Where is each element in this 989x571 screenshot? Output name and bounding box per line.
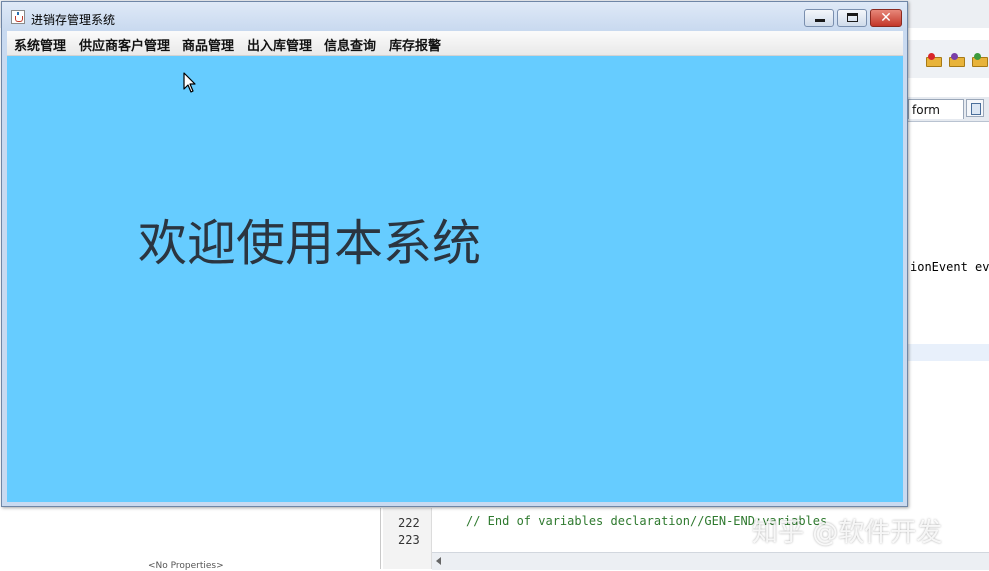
editor-tab-label: form — [912, 103, 940, 117]
menu-system-management[interactable]: 系统管理 — [14, 35, 66, 54]
document-icon[interactable] — [966, 99, 984, 117]
menu-stock-alert[interactable]: 库存报警 — [389, 35, 441, 54]
ide-toolbar — [908, 40, 989, 78]
editor-tab-form[interactable]: form — [908, 99, 964, 119]
minimize-icon — [815, 19, 825, 22]
properties-panel — [0, 508, 381, 569]
menu-information-query[interactable]: 信息查询 — [324, 35, 376, 54]
maximize-button[interactable] — [837, 9, 867, 27]
scroll-left-icon[interactable] — [436, 557, 441, 565]
menu-bar: 系统管理 供应商客户管理 商品管理 出入库管理 信息查询 库存报警 — [7, 31, 903, 56]
menu-supplier-customer-management[interactable]: 供应商客户管理 — [79, 35, 170, 54]
current-line-highlight — [908, 344, 989, 361]
close-icon: ✕ — [880, 10, 892, 26]
line-number: 222 — [398, 516, 420, 530]
menu-product-management[interactable]: 商品管理 — [182, 35, 234, 54]
horizontal-scrollbar[interactable] — [432, 552, 989, 570]
maximize-icon — [847, 13, 858, 22]
no-properties-label: <No Properties> — [148, 561, 224, 571]
watermark-text: 知乎 @软件开发 — [752, 518, 943, 548]
window-titlebar[interactable]: 进销存管理系统 ✕ — [2, 2, 907, 31]
code-fragment: ionEvent ev — [910, 260, 989, 274]
java-icon — [11, 10, 25, 24]
welcome-text: 欢迎使用本系统 — [138, 215, 482, 272]
main-content-panel: 欢迎使用本系统 — [7, 56, 903, 502]
open-project-icon[interactable] — [926, 53, 942, 67]
line-number: 223 — [398, 533, 420, 547]
open-file-icon[interactable] — [949, 53, 965, 67]
window-title: 进销存管理系统 — [31, 13, 116, 27]
minimize-button[interactable] — [804, 9, 834, 27]
app-window: 进销存管理系统 ✕ 系统管理 供应商客户管理 商品管理 出入库管理 信息查询 库… — [1, 1, 908, 507]
close-button[interactable]: ✕ — [870, 9, 902, 27]
new-project-icon[interactable] — [972, 53, 988, 67]
menu-inbound-outbound-management[interactable]: 出入库管理 — [247, 35, 312, 54]
mouse-cursor-icon — [183, 72, 196, 93]
